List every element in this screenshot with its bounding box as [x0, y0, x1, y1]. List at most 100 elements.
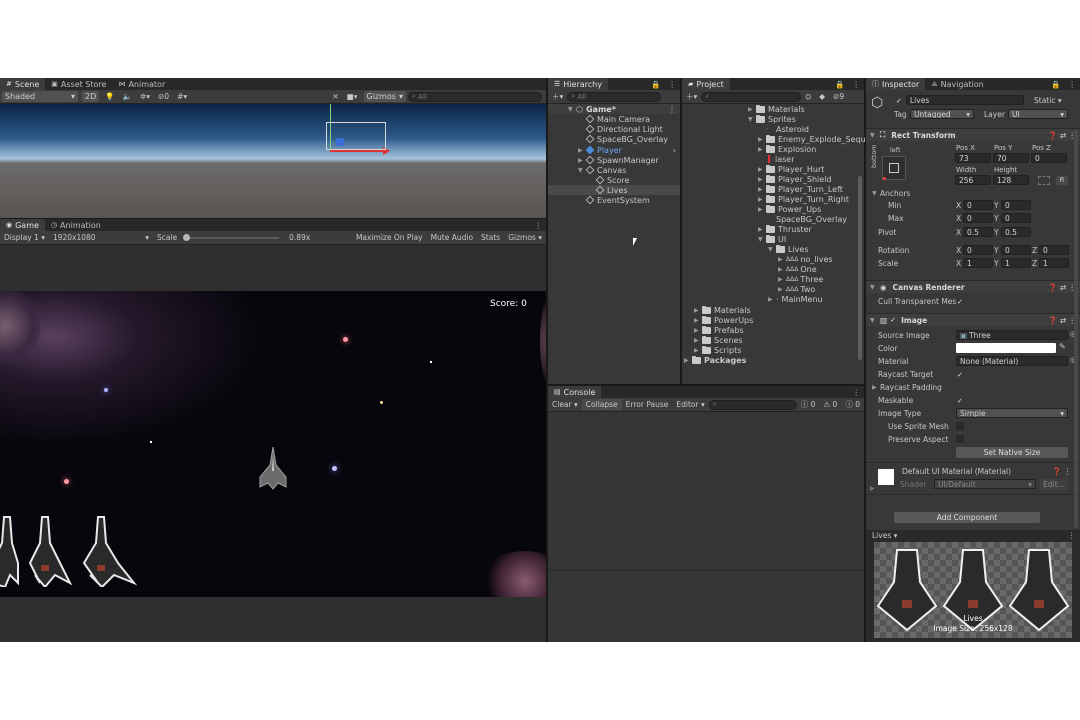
project-item-no-lives[interactable]: ▶ ΔΔΔ no_lives [778, 254, 833, 264]
project-item-two[interactable]: ▶ ΔΔΔ Two [778, 284, 815, 294]
set-native-size-button[interactable]: Set Native Size [956, 447, 1068, 458]
rect-transform-header[interactable]: ▼ ⛶ Rect Transform ❓ ⇄ ⋮ [866, 128, 1080, 141]
warning-count-button[interactable]: ⚠ 0 [819, 399, 841, 410]
component-actions-icon[interactable]: ❓ ⇄ ⋮ [1048, 283, 1076, 292]
chevron-right-icon[interactable]: ▶ [870, 483, 875, 494]
game-view[interactable]: Score: 0 [0, 291, 546, 597]
info-count-button[interactable]: ⓘ 0 [797, 399, 820, 410]
display-dropdown[interactable]: Display 1 ▾ [0, 232, 49, 243]
material-actions-icon[interactable]: ❓ ⋮ [1052, 466, 1071, 477]
tab-project[interactable]: ▰ Project [682, 78, 730, 90]
error-count-button[interactable]: ⓘ 0 [841, 399, 864, 410]
cull-transparent-checkbox[interactable]: ✓ [957, 297, 964, 306]
create-button[interactable]: ＋▾ [548, 91, 567, 102]
more-icon[interactable]: ⋮ [1065, 79, 1080, 90]
raycast-target-checkbox[interactable]: ✓ [957, 370, 964, 379]
project-item-scripts[interactable]: ▶ Scripts [694, 345, 741, 355]
source-image-field[interactable]: ▣ Three [956, 330, 1068, 340]
filter-label-icon[interactable]: ◆ [815, 91, 829, 102]
scale-x-field[interactable]: 1 [963, 258, 993, 268]
lock-icon[interactable]: 🔒 [831, 79, 848, 90]
rotation-x-field[interactable]: 0 [963, 245, 993, 255]
project-item-player-turn-left[interactable]: ▶ Player_Turn_Left [758, 184, 843, 194]
project-item-mainmenu[interactable]: ▶ · MainMenu [768, 294, 823, 304]
project-item-materials-root[interactable]: ▶ Materials [694, 305, 751, 315]
light-icon[interactable]: 💡 [101, 91, 118, 102]
project-item-asteroid[interactable]: · Asteroid [766, 124, 809, 134]
scale-z-field[interactable]: 1 [1039, 258, 1069, 268]
more-icon[interactable]: ⋮ [849, 387, 865, 398]
tab-asset-store[interactable]: ▣ Asset Store [45, 78, 112, 90]
tab-hierarchy[interactable]: ☰ Hierarchy [548, 78, 608, 90]
static-dropdown[interactable]: Static ▾ [1034, 95, 1062, 106]
more-icon[interactable]: ⋮ [665, 79, 681, 90]
editor-dropdown[interactable]: Editor ▾ [672, 399, 708, 410]
project-item-spacebg-overlay[interactable]: SpaceBG_Overlay [766, 214, 847, 224]
image-header[interactable]: ▼ ▨ ✓ Image ❓ ⇄ ⋮ [866, 313, 1080, 326]
mute-audio-button[interactable]: Mute Audio [427, 232, 477, 243]
eyedropper-icon[interactable]: ✎ [1059, 342, 1066, 351]
hierarchy-item-canvas[interactable]: ▼ Canvas [578, 165, 626, 175]
scene-gizmos-dropdown[interactable]: Gizmos ▾ [363, 91, 406, 102]
tab-animation[interactable]: ◷ Animation [45, 219, 107, 231]
stats-button[interactable]: Stats [477, 232, 504, 243]
add-component-button[interactable]: Add Component [894, 512, 1040, 523]
project-item-packages[interactable]: ▶ Packages [684, 355, 746, 365]
hierarchy-item-main-camera[interactable]: Main Camera [585, 114, 650, 124]
maskable-checkbox[interactable]: ✓ [957, 396, 964, 405]
checkmark-icon[interactable]: ✓ [890, 316, 897, 324]
scene-search-input[interactable]: ⌕ All [408, 91, 542, 102]
project-item-powerups[interactable]: ▶ PowerUps [694, 315, 753, 325]
width-field[interactable]: 256 [955, 175, 991, 185]
game-gizmos-dropdown[interactable]: Gizmos ▾ [504, 232, 546, 243]
max-y-field[interactable]: 0 [1001, 213, 1031, 223]
project-item-materials[interactable]: ▶ Materials [748, 104, 805, 114]
hierarchy-item-score[interactable]: Score [595, 175, 629, 185]
tab-animator[interactable]: ⋈ Animator [112, 78, 171, 90]
more-icon[interactable]: ⋮ [531, 220, 547, 231]
project-item-enemy-explode[interactable]: ▶ Enemy_Explode_Seque [758, 134, 871, 144]
project-scrollbar[interactable] [858, 176, 862, 360]
active-checkbox[interactable]: ✓ [896, 96, 903, 105]
shader-dropdown[interactable]: UI/Default ▾ [934, 479, 1036, 489]
tab-navigation[interactable]: ⟁ Navigation [925, 78, 989, 90]
preserve-aspect-checkbox[interactable] [956, 435, 964, 443]
tag-dropdown[interactable]: Untagged ▾ [910, 109, 974, 119]
material-field[interactable]: None (Material) [956, 356, 1068, 366]
grid-toggle-icon[interactable]: #▾ [173, 91, 191, 102]
project-item-ui[interactable]: ▼ UI [758, 234, 786, 244]
image-type-dropdown[interactable]: Simple ▾ [956, 408, 1068, 418]
effects-icon[interactable]: ✲▾ [136, 91, 154, 102]
scale-slider-thumb[interactable] [183, 234, 190, 241]
toggle-2d-button[interactable]: 2D [82, 91, 100, 102]
pos-x-field[interactable]: 73 [955, 153, 991, 163]
project-item-explosion[interactable]: ▶ Explosion [758, 144, 816, 154]
max-x-field[interactable]: 0 [963, 213, 993, 223]
component-actions-icon[interactable]: ❓ ⇄ ⋮ [1048, 131, 1076, 140]
hierarchy-item-spacebg-overlay[interactable]: SpaceBG_Overlay [585, 134, 668, 144]
blueprint-mode-button[interactable] [1038, 176, 1050, 185]
more-icon[interactable]: ⋮ [849, 79, 865, 90]
preview-title-dropdown[interactable]: Lives ▾ [872, 530, 897, 541]
anchors-foldout[interactable]: ▼ Anchors [872, 188, 910, 199]
tab-inspector[interactable]: ⓘ Inspector [866, 78, 926, 90]
console-search-input[interactable]: ⌕ [708, 399, 797, 410]
create-button[interactable]: ＋▾ [682, 91, 701, 102]
camera-icon[interactable]: ■▾ [343, 91, 362, 102]
canvas-renderer-header[interactable]: ▼ ◉ Canvas Renderer ❓ ⇄ ⋮ [866, 280, 1080, 293]
pos-y-field[interactable]: 70 [993, 153, 1029, 163]
raycast-padding-foldout[interactable]: ▶ Raycast Padding [872, 382, 942, 393]
clear-button[interactable]: Clear ▾ [548, 399, 582, 410]
audio-icon[interactable]: 🔈 [119, 91, 136, 102]
tools-icon[interactable]: ✕ [328, 91, 342, 102]
project-item-scenes[interactable]: ▶ Scenes [694, 335, 743, 345]
project-item-one[interactable]: ▶ ΔΔΔ One [778, 264, 817, 274]
hierarchy-item-lives[interactable]: Lives [548, 185, 680, 195]
scale-slider[interactable] [183, 237, 279, 239]
lock-icon[interactable]: 🔒 [1047, 79, 1064, 90]
rotation-z-field[interactable]: 0 [1039, 245, 1069, 255]
project-item-player-turn-right[interactable]: ▶ Player_Turn_Right [758, 194, 849, 204]
project-item-laser[interactable]: laser [766, 154, 795, 164]
tab-game[interactable]: ◉ Game [0, 219, 45, 231]
layer-dropdown[interactable]: UI ▾ [1008, 109, 1068, 119]
